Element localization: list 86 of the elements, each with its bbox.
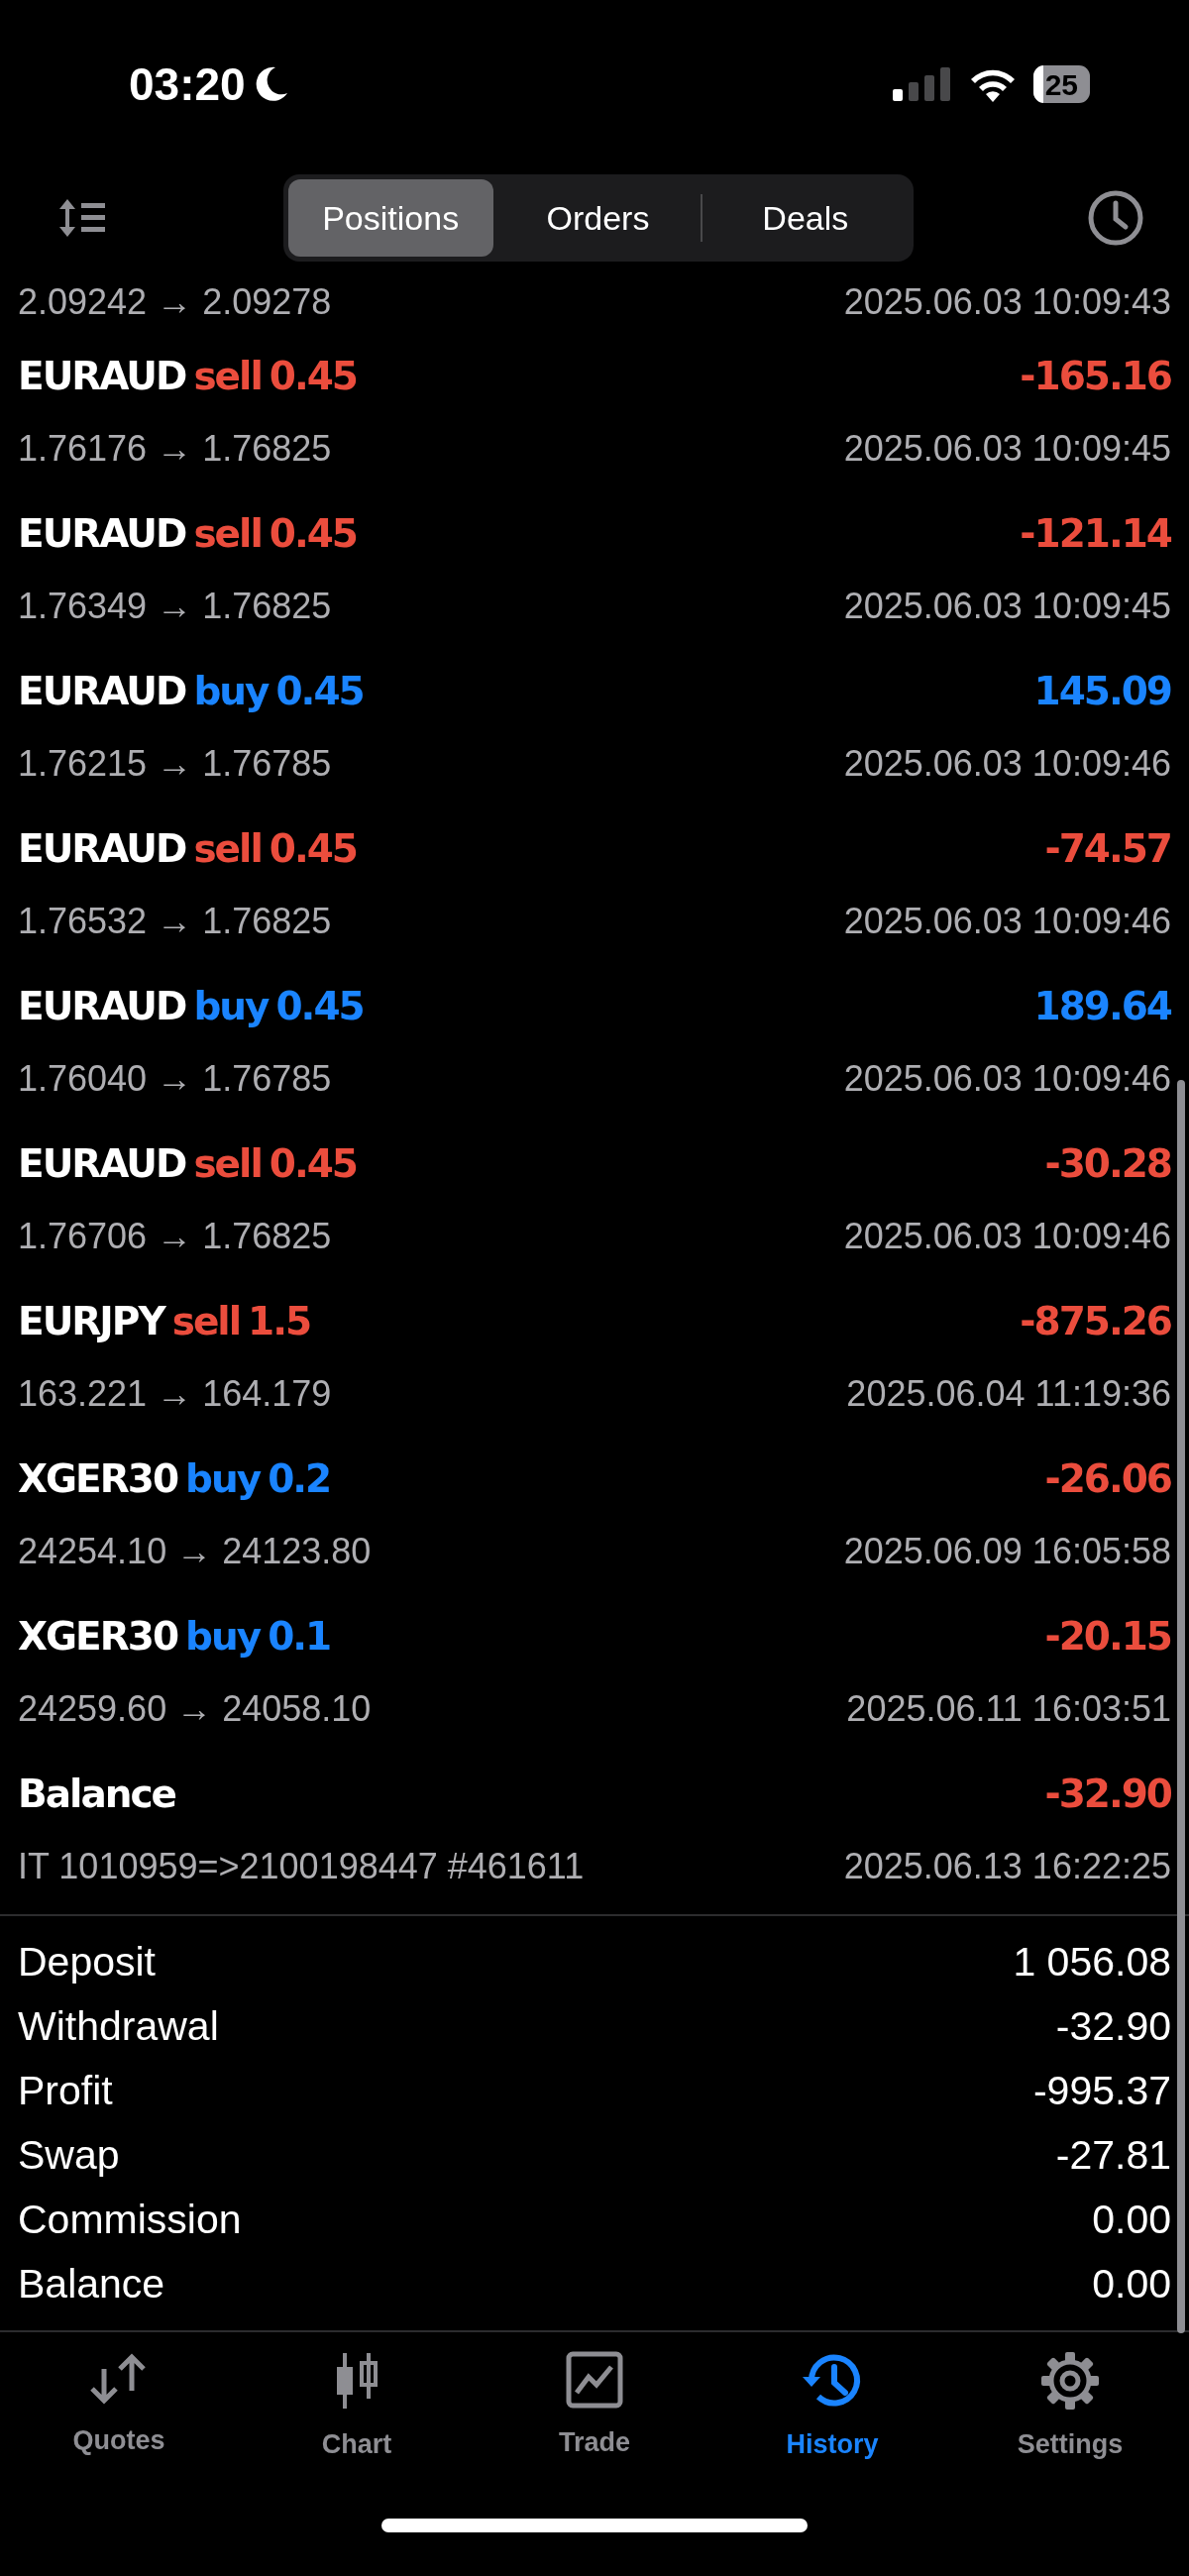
symbol: EURAUD [18, 1140, 186, 1189]
summary-value: -27.81 [1055, 2130, 1171, 2180]
price-range: 24254.10 → 24123.80 [18, 1529, 372, 1573]
summary-label: Deposit [18, 1937, 156, 1986]
deal-time: 2025.06.03 10:09:43 [843, 280, 1171, 324]
deal-type: Balance [18, 1771, 176, 1819]
price-range: 1.76215 → 1.76785 [18, 741, 332, 786]
deal-time: 2025.06.03 10:09:45 [843, 426, 1171, 471]
summary-label: Commission [18, 2195, 242, 2244]
settings-icon [1040, 2351, 1100, 2411]
trade-volume: 0.45 [269, 825, 357, 874]
price-range: 24259.60 → 24058.10 [18, 1686, 372, 1731]
tab-bar-item[interactable]: Quotes [0, 2350, 238, 2501]
deal-comment: IT 1010959=>2100198447 #461611 [18, 1844, 585, 1888]
price-range: 2.09242 → 2.09278 [18, 280, 332, 324]
summary-label: Balance [18, 2259, 165, 2308]
summary-value: 1 056.08 [1013, 1937, 1171, 1986]
deal-time: 2025.06.03 10:09:46 [843, 741, 1171, 786]
deal-time: 2025.06.09 16:05:58 [843, 1529, 1171, 1573]
deal-time: 2025.06.04 11:19:36 [846, 1371, 1171, 1416]
battery-indicator: 25 [1032, 65, 1090, 103]
profit-value: -26.06 [1044, 1455, 1171, 1504]
trade-volume: 0.45 [269, 353, 357, 401]
trade-side: buy [193, 668, 269, 716]
summary-value: -32.90 [1055, 2001, 1171, 2051]
price-range: 1.76706 → 1.76825 [18, 1214, 332, 1258]
summary-label: Swap [18, 2130, 120, 2180]
symbol: XGER30 [18, 1455, 178, 1504]
summary-value: 0.00 [1092, 2195, 1171, 2244]
symbol: EURAUD [18, 668, 186, 716]
profit-value: -165.16 [1020, 353, 1171, 401]
tab-bar-item[interactable]: History [713, 2350, 951, 2501]
tab-bar-item[interactable]: Trade [476, 2350, 713, 2501]
trade-side: sell [193, 353, 262, 401]
price-range: 163.221 → 164.179 [18, 1371, 332, 1416]
trade-side: buy [193, 983, 269, 1031]
symbol: EURAUD [18, 510, 186, 559]
trade-side: sell [193, 510, 262, 559]
summary-label: Withdrawal [18, 2001, 219, 2051]
price-range: 1.76040 → 1.76785 [18, 1056, 332, 1101]
profit-value: -74.57 [1044, 825, 1171, 874]
clock-icon[interactable] [1087, 189, 1144, 247]
profit-value: -875.26 [1020, 1298, 1171, 1346]
segment-tab[interactable]: Deals [703, 179, 909, 257]
deal-time: 2025.06.13 16:22:25 [843, 1844, 1171, 1888]
trade-volume: 0.45 [269, 510, 357, 559]
trade-volume: 0.45 [275, 983, 364, 1031]
trade-volume: 0.2 [268, 1455, 331, 1504]
clock-time: 03:20 [129, 56, 246, 112]
symbol: XGER30 [18, 1613, 178, 1662]
deal-time: 2025.06.03 10:09:46 [843, 1214, 1171, 1258]
price-range: 1.76176 → 1.76825 [18, 426, 332, 471]
tab-bar-item[interactable]: Chart [238, 2350, 476, 2501]
trade-side: buy [185, 1455, 261, 1504]
profit-value: -30.28 [1044, 1140, 1171, 1189]
symbol: EURAUD [18, 983, 186, 1031]
deal-time: 2025.06.03 10:09:46 [843, 1056, 1171, 1101]
deal-time: 2025.06.11 16:03:51 [846, 1686, 1171, 1731]
profit-value: -20.15 [1044, 1613, 1171, 1662]
line-chart-icon [566, 2351, 623, 2409]
trade-volume: 0.45 [269, 1140, 357, 1189]
trade-side: sell [193, 825, 262, 874]
symbol: EURAUD [18, 825, 186, 874]
trade-volume: 1.5 [248, 1298, 311, 1346]
signal-icon [892, 67, 952, 101]
deal-time: 2025.06.03 10:09:45 [843, 584, 1171, 628]
profit-value: -32.90 [1044, 1771, 1171, 1819]
profit-value: 189.64 [1033, 983, 1171, 1031]
deal-time: 2025.06.03 10:09:46 [843, 899, 1171, 943]
trade-side: sell [171, 1298, 241, 1346]
trade-volume: 0.1 [268, 1613, 331, 1662]
tab-bar-item[interactable]: Settings [951, 2350, 1189, 2501]
summary-value: 0.00 [1092, 2259, 1171, 2308]
trade-side: buy [185, 1613, 261, 1662]
segment-tab[interactable]: Positions [287, 179, 493, 257]
symbol: EURAUD [18, 353, 186, 401]
trade-volume: 0.45 [275, 668, 364, 716]
trade-side: sell [193, 1140, 262, 1189]
price-range: 1.76349 → 1.76825 [18, 584, 332, 628]
price-range: 1.76532 → 1.76825 [18, 899, 332, 943]
summary-label: Profit [18, 2066, 113, 2115]
segment-tab[interactable]: Orders [494, 179, 702, 257]
profit-value: 145.09 [1033, 668, 1171, 716]
profit-value: -121.14 [1020, 510, 1171, 559]
symbol: EURJPY [18, 1298, 164, 1346]
summary-value: -995.37 [1032, 2066, 1171, 2115]
